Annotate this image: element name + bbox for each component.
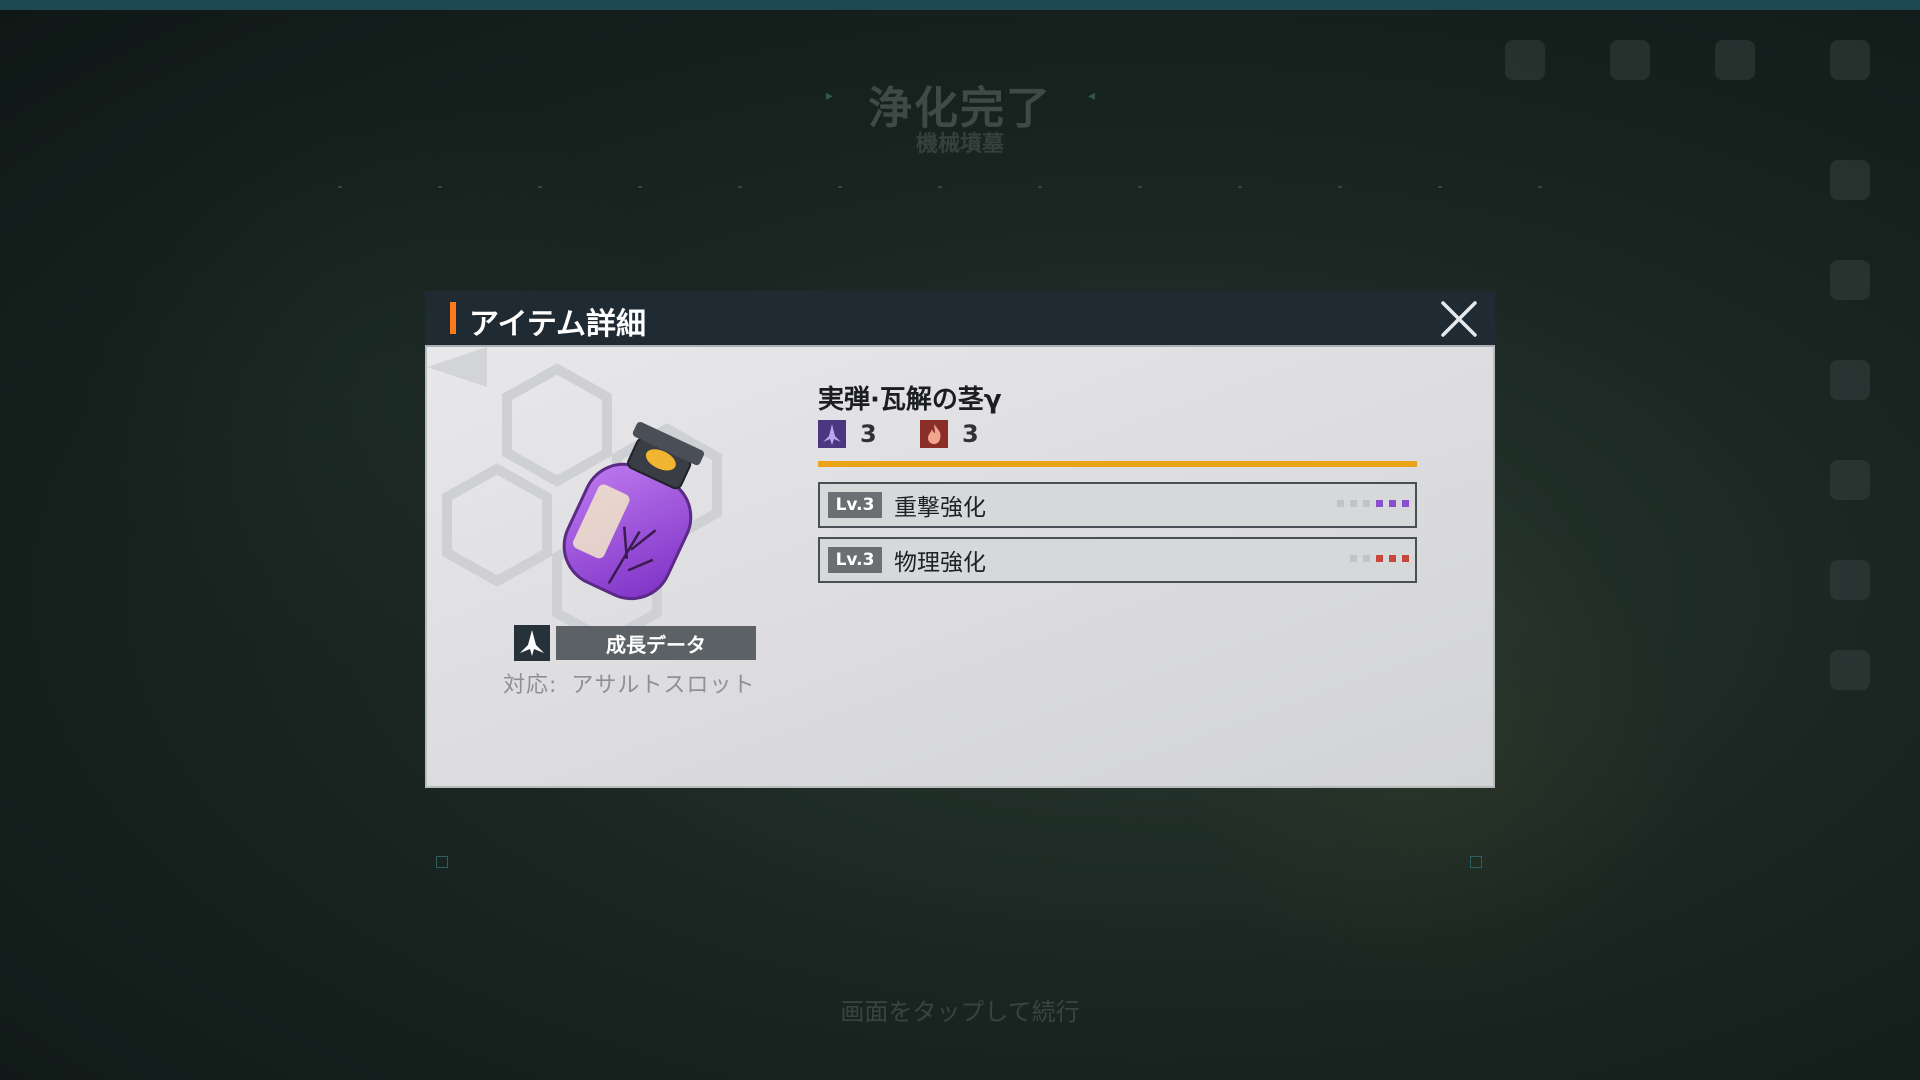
compat-value: アサルトスロット (571, 673, 756, 698)
effect-label: 重撃強化 (894, 495, 986, 521)
compatibility-text: 対応: アサルトスロット (503, 667, 755, 699)
stat-assault: 3 (818, 420, 877, 448)
effect-level-pips (1331, 500, 1409, 507)
header-accent-bar (450, 302, 456, 334)
effect-label: 物理強化 (894, 550, 986, 576)
assault-type-icon (818, 420, 846, 448)
tap-to-continue-hint[interactable]: 画面をタップして続行 (0, 992, 1920, 1027)
pip (1363, 555, 1370, 562)
item-name: 実弾·瓦解の茎γ (818, 385, 1002, 415)
rarity-bar (818, 461, 1417, 467)
pip (1376, 555, 1383, 562)
result-subtitle: 機械墳墓 (915, 132, 1004, 157)
dialog-header: アイテム詳細 (425, 291, 1495, 345)
dialog-body: 成長データ 対応: アサルトスロット 実弾·瓦解の茎γ 3 3 Lv.3 重撃強化 (425, 345, 1495, 788)
pip (1350, 555, 1357, 562)
dialog-title: アイテム詳細 (469, 307, 646, 342)
pip (1363, 500, 1370, 507)
dotted-divider (290, 186, 1590, 188)
stat-fire: 3 (920, 420, 979, 448)
bg-side-icon (1830, 360, 1870, 400)
bg-menu-icon (1505, 40, 1545, 80)
bg-menu-icon (1610, 40, 1650, 80)
corner-marker (1470, 856, 1482, 868)
pip (1376, 500, 1383, 507)
bg-side-icon (1830, 160, 1870, 200)
fire-type-icon (920, 420, 948, 448)
bg-side-icon (1830, 650, 1870, 690)
bg-menu-icon (1830, 40, 1870, 80)
pip (1402, 500, 1409, 507)
stat-value: 3 (962, 420, 979, 448)
corner-marker (436, 856, 448, 868)
pip (1389, 500, 1396, 507)
bg-side-icon (1830, 460, 1870, 500)
effect-row: Lv.3 物理強化 (818, 537, 1417, 583)
purple-canister-icon (527, 407, 737, 607)
effect-level-badge: Lv.3 (828, 547, 882, 573)
bg-menu-icon (1715, 40, 1755, 80)
category-badge: 成長データ (556, 626, 756, 660)
bg-side-icon (1830, 560, 1870, 600)
pip (1389, 555, 1396, 562)
close-icon[interactable] (1437, 297, 1481, 341)
assault-slot-icon (514, 625, 550, 661)
pip (1350, 500, 1357, 507)
bg-side-icon (1830, 260, 1870, 300)
effect-row: Lv.3 重撃強化 (818, 482, 1417, 528)
effect-level-badge: Lv.3 (828, 492, 882, 518)
item-detail-dialog: アイテム詳細 成長データ 対応: アサルトスロット 実弾·瓦解の茎γ 3 3 L… (425, 291, 1495, 788)
effect-level-pips (1344, 555, 1409, 562)
compat-label: 対応: (503, 673, 558, 698)
pip (1402, 555, 1409, 562)
stat-value: 3 (860, 420, 877, 448)
pip (1337, 500, 1344, 507)
